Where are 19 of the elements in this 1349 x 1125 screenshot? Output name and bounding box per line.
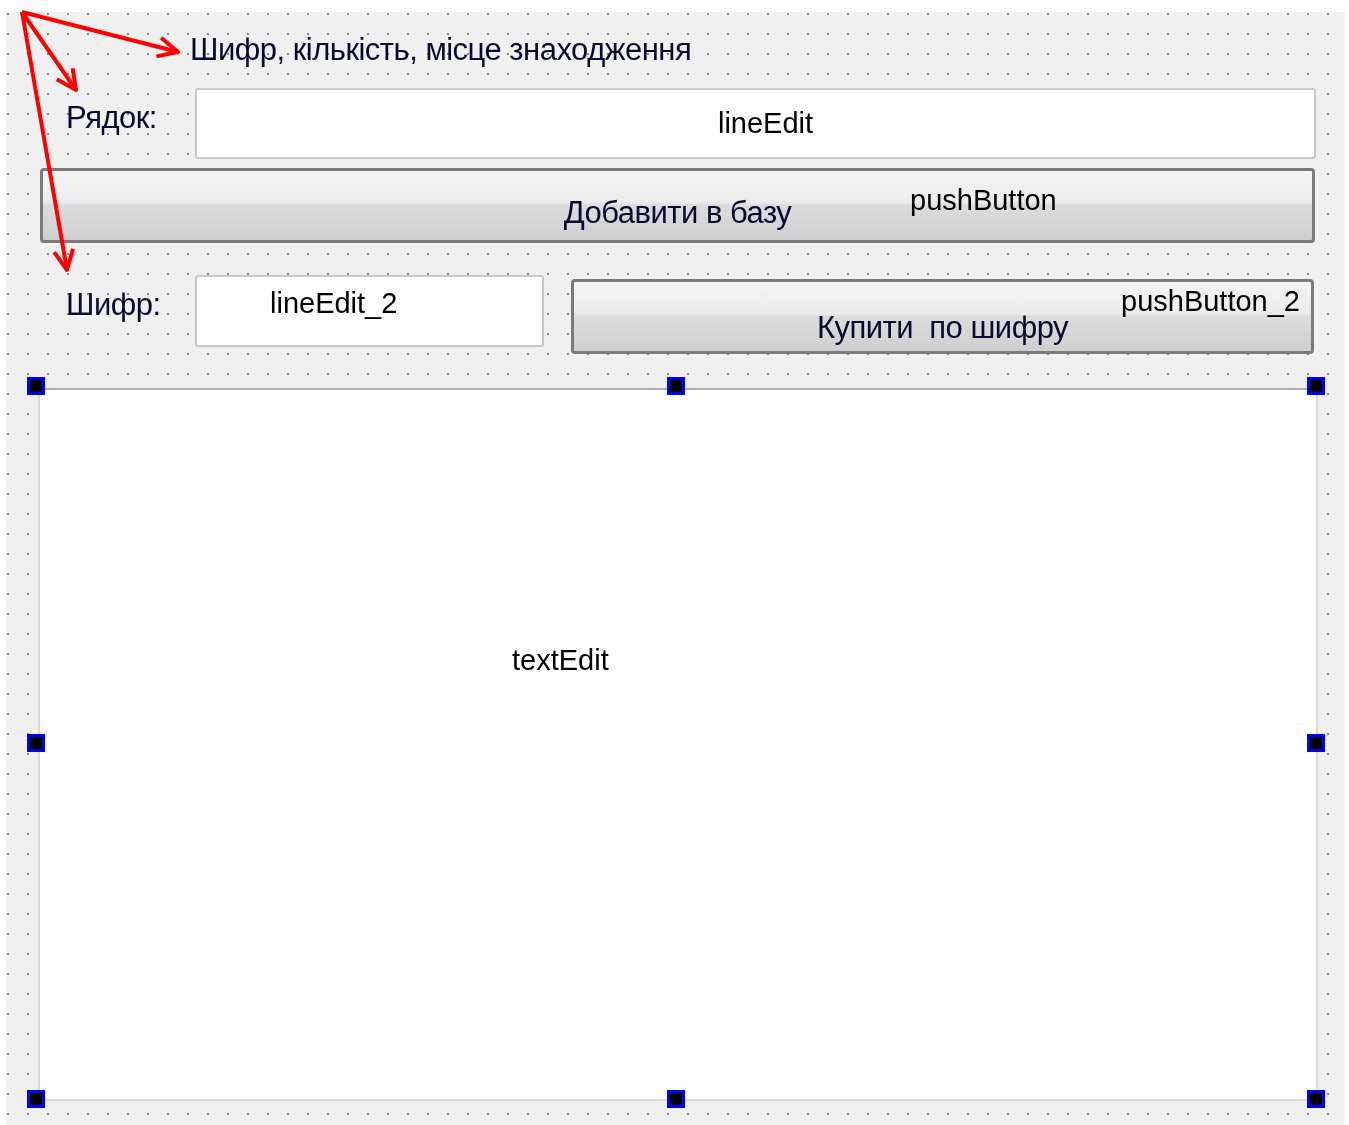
selection-handle[interactable] [1307, 377, 1325, 395]
object-name-label: textEdit [512, 644, 609, 677]
code-label: Шифр: [66, 286, 162, 324]
selection-handle[interactable] [667, 377, 685, 395]
selection-handle[interactable] [1307, 733, 1325, 752]
object-name-label: lineEdit [717, 107, 814, 140]
code-field[interactable]: lineEdit_2 [195, 275, 544, 347]
selection-handle[interactable] [27, 377, 45, 395]
selection-handle[interactable] [27, 733, 45, 752]
heading-label: Шифр, кількість, місце знаходження [190, 32, 693, 68]
selection-handle[interactable] [1307, 1090, 1325, 1108]
text-edit-area[interactable]: textEdit [38, 388, 1318, 1101]
object-name-label: pushButton [910, 184, 1057, 217]
row-label: Рядок: [66, 99, 158, 137]
object-name-label: pushButton_2 [1121, 285, 1300, 318]
line-edit-field[interactable]: lineEdit [195, 88, 1316, 159]
object-name-label: lineEdit_2 [270, 286, 398, 320]
selection-handle[interactable] [27, 1090, 45, 1108]
selection-handle[interactable] [667, 1090, 685, 1108]
